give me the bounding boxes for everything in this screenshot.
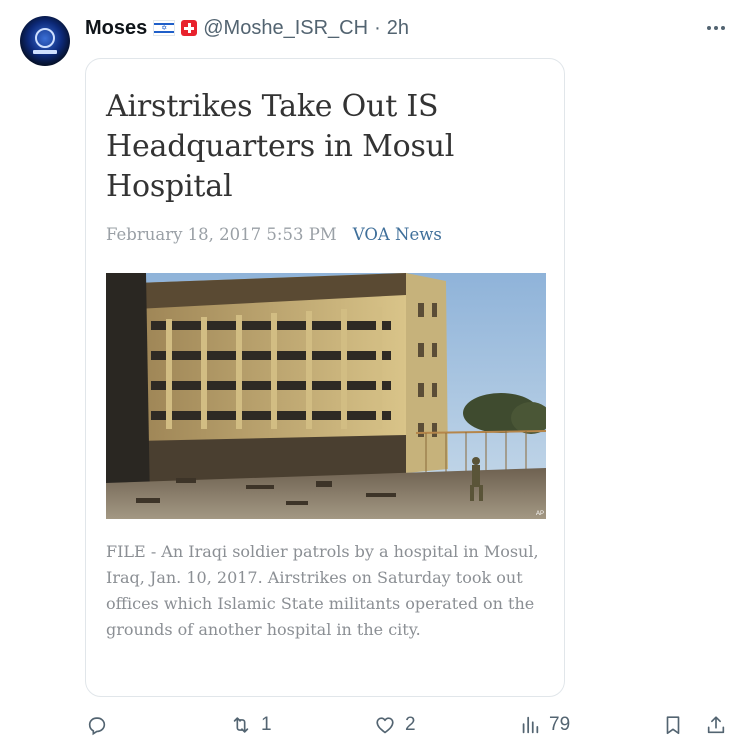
- swiss-flag-icon: [181, 20, 198, 36]
- bookmark-icon: [666, 716, 680, 735]
- article-source: VOA News: [352, 225, 442, 244]
- tweet-timestamp[interactable]: 2h: [387, 17, 409, 40]
- photo-caption: FILE - An Iraqi soldier patrols by a hos…: [106, 542, 539, 639]
- article-date: February 18, 2017 5:53 PM: [106, 225, 337, 244]
- retweet-icon: [233, 717, 249, 733]
- more-icon[interactable]: [700, 18, 732, 38]
- share-icon: [707, 716, 725, 734]
- tweet-header: Moses ✡ @Moshe_ISR_CH · 2h: [85, 15, 409, 41]
- avatar-bar: [33, 50, 57, 54]
- tweet-actions-bar: 1 2 79: [0, 710, 748, 740]
- views-icon: [522, 716, 539, 734]
- reply-button[interactable]: [86, 710, 116, 740]
- display-name[interactable]: Moses: [85, 17, 147, 40]
- like-count: 2: [405, 714, 416, 735]
- retweet-count: 1: [261, 714, 272, 735]
- photo-credit: AP: [536, 511, 544, 517]
- views-button[interactable]: 79: [519, 710, 570, 740]
- bookmark-button[interactable]: [662, 710, 684, 740]
- avatar-emblem-icon: [35, 28, 55, 48]
- retweet-button[interactable]: 1: [229, 710, 272, 740]
- views-count: 79: [549, 714, 571, 735]
- attached-image-card[interactable]: Airstrikes Take Out IS Headquarters in M…: [85, 58, 565, 697]
- article-meta: February 18, 2017 5:53 PM VOA News: [106, 225, 442, 244]
- like-icon: [376, 717, 394, 734]
- reply-icon: [88, 717, 106, 736]
- share-button[interactable]: [705, 710, 727, 740]
- separator-dot: ·: [374, 16, 381, 39]
- user-handle[interactable]: @Moshe_ISR_CH: [203, 17, 368, 40]
- article-headline: Airstrikes Take Out IS Headquarters in M…: [106, 89, 455, 204]
- like-button[interactable]: 2: [373, 710, 416, 740]
- article-photo: AP: [106, 273, 546, 519]
- avatar[interactable]: [20, 16, 70, 66]
- israel-flag-icon: ✡: [153, 20, 176, 36]
